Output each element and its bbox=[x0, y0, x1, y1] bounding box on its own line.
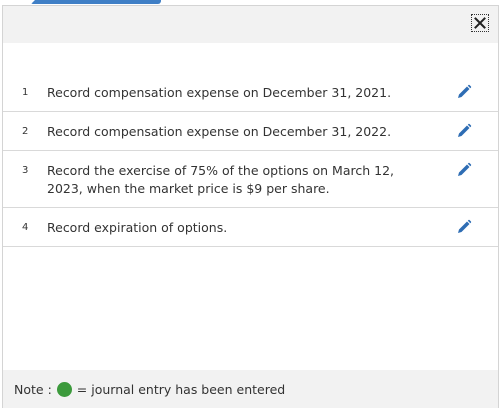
edit-entry-button[interactable] bbox=[456, 162, 472, 178]
entry-description: Record expiration of options. bbox=[47, 220, 228, 235]
pencil-icon bbox=[458, 84, 472, 98]
green-dot-icon bbox=[56, 381, 72, 397]
pencil-icon bbox=[458, 162, 472, 176]
edit-entry-button[interactable] bbox=[456, 219, 472, 235]
panel-header bbox=[3, 6, 498, 43]
note-prefix: Note : bbox=[14, 381, 52, 397]
active-tab-indicator bbox=[30, 0, 161, 4]
entry-number: 2 bbox=[22, 126, 29, 137]
list-item: 3 Record the exercise of 75% of the opti… bbox=[3, 151, 498, 208]
edit-entry-button[interactable] bbox=[456, 84, 472, 100]
entry-number: 4 bbox=[22, 222, 29, 233]
note-text: = journal entry has been entered bbox=[76, 381, 286, 397]
legend-note: Note : = journal entry has been entered bbox=[3, 370, 498, 408]
entry-description: Record the exercise of 75% of the option… bbox=[47, 163, 395, 196]
tab-notch bbox=[27, 0, 35, 4]
list-item: 1 Record compensation expense on Decembe… bbox=[3, 73, 498, 112]
close-icon bbox=[474, 17, 486, 29]
close-button[interactable] bbox=[471, 14, 489, 32]
entry-number: 1 bbox=[22, 87, 29, 98]
pencil-icon bbox=[458, 123, 472, 137]
edit-entry-button[interactable] bbox=[456, 123, 472, 139]
journal-entry-panel: 1 Record compensation expense on Decembe… bbox=[2, 5, 499, 408]
entry-description: Record compensation expense on December … bbox=[47, 124, 392, 139]
list-item: 2 Record compensation expense on Decembe… bbox=[3, 112, 498, 151]
pencil-icon bbox=[458, 219, 472, 233]
entry-list: 1 Record compensation expense on Decembe… bbox=[3, 73, 498, 247]
entry-description: Record compensation expense on December … bbox=[47, 85, 392, 100]
entry-number: 3 bbox=[22, 165, 29, 176]
list-item: 4 Record expiration of options. bbox=[3, 208, 498, 247]
